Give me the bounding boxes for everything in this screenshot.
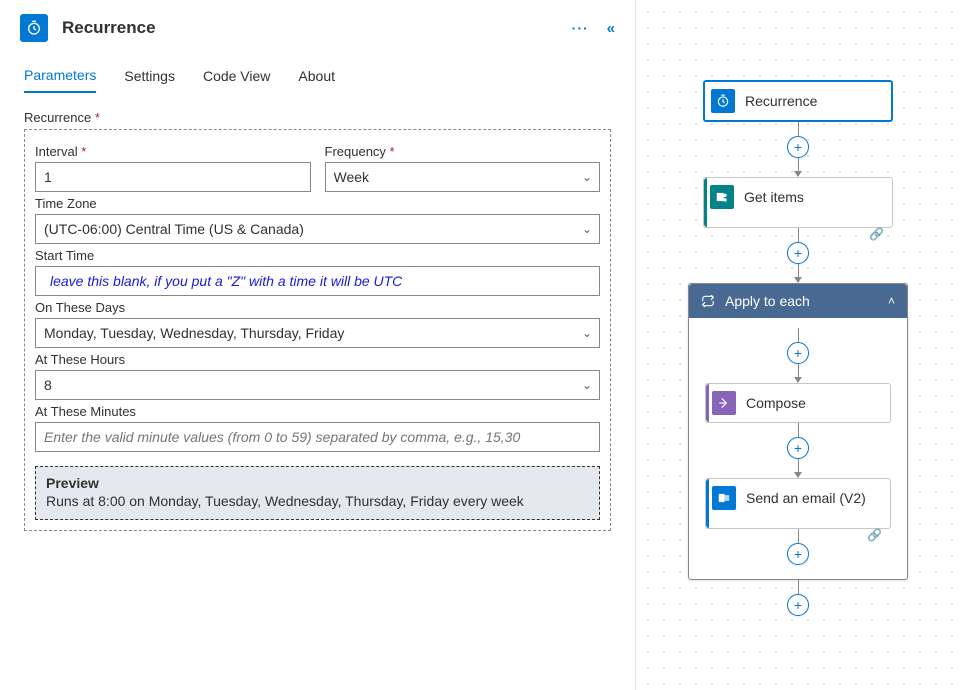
- recurrence-icon: [20, 14, 48, 42]
- preview-box: Preview Runs at 8:00 on Monday, Tuesday,…: [35, 466, 600, 520]
- recurrence-fieldset: Interval Frequency ⌄ Time Zone: [24, 129, 611, 531]
- connector: +: [787, 580, 809, 616]
- interval-input[interactable]: [35, 162, 311, 192]
- preview-title: Preview: [46, 475, 589, 491]
- add-step-button[interactable]: +: [787, 242, 809, 264]
- form-area: Recurrence Interval Frequency ⌄: [0, 96, 635, 545]
- more-menu-button[interactable]: ···: [572, 20, 589, 36]
- start-time-input[interactable]: leave this blank, if you put a "Z" with …: [35, 266, 600, 296]
- add-step-button[interactable]: +: [787, 594, 809, 616]
- node-send-email[interactable]: Send an email (V2) 🔗: [705, 478, 891, 529]
- label-frequency: Frequency: [325, 144, 601, 159]
- connector: +: [787, 423, 809, 478]
- timezone-select[interactable]: [35, 214, 600, 244]
- accent-bar: [706, 384, 709, 422]
- chevron-up-icon: ˄: [888, 294, 895, 308]
- node-label: Recurrence: [745, 93, 881, 109]
- loop-icon: [701, 294, 715, 308]
- flow-canvas[interactable]: Recurrence + Get items 🔗 +: [636, 0, 960, 690]
- sharepoint-icon: [710, 185, 734, 209]
- label-days: On These Days: [35, 300, 600, 315]
- accent-bar: [704, 178, 707, 227]
- node-label: Get items: [744, 189, 882, 205]
- label-interval: Interval: [35, 144, 311, 159]
- group-title: Apply to each: [725, 293, 878, 309]
- connector: +: [787, 529, 809, 565]
- link-icon: 🔗: [867, 528, 882, 542]
- tab-settings[interactable]: Settings: [124, 60, 175, 92]
- node-label: Compose: [746, 395, 880, 411]
- group-header[interactable]: Apply to each ˄: [689, 284, 907, 318]
- accent-bar: [706, 479, 709, 528]
- add-step-button[interactable]: +: [787, 543, 809, 565]
- connector: +: [787, 122, 809, 177]
- section-label-recurrence: Recurrence: [24, 110, 611, 125]
- node-label: Send an email (V2): [746, 490, 880, 506]
- connector: +: [787, 328, 809, 383]
- tab-code-view[interactable]: Code View: [203, 60, 270, 92]
- hours-select[interactable]: [35, 370, 600, 400]
- frequency-select[interactable]: [325, 162, 601, 192]
- outlook-icon: [712, 486, 736, 510]
- compose-icon: [712, 391, 736, 415]
- action-config-panel: Recurrence ··· « Parameters Settings Cod…: [0, 0, 636, 690]
- add-step-button[interactable]: +: [787, 136, 809, 158]
- start-time-note: leave this blank, if you put a "Z" with …: [50, 273, 402, 289]
- tab-parameters[interactable]: Parameters: [24, 59, 96, 93]
- label-minutes: At These Minutes: [35, 404, 600, 419]
- collapse-panel-button[interactable]: «: [607, 20, 615, 37]
- app-root: Recurrence ··· « Parameters Settings Cod…: [0, 0, 960, 690]
- panel-header: Recurrence ··· «: [0, 0, 635, 56]
- recurrence-icon: [711, 89, 735, 113]
- days-select[interactable]: [35, 318, 600, 348]
- add-step-button[interactable]: +: [787, 342, 809, 364]
- group-body: + Compose +: [689, 318, 907, 579]
- flow-column: Recurrence + Get items 🔗 +: [698, 80, 898, 616]
- connector: +: [787, 228, 809, 283]
- tab-about[interactable]: About: [298, 60, 335, 92]
- add-step-button[interactable]: +: [787, 437, 809, 459]
- node-get-items[interactable]: Get items 🔗: [703, 177, 893, 228]
- node-recurrence[interactable]: Recurrence: [703, 80, 893, 122]
- label-hours: At These Hours: [35, 352, 600, 367]
- label-timezone: Time Zone: [35, 196, 600, 211]
- node-compose[interactable]: Compose: [705, 383, 891, 423]
- label-start-time: Start Time: [35, 248, 600, 263]
- node-apply-to-each: Apply to each ˄ + Co: [688, 283, 908, 580]
- tabs: Parameters Settings Code View About: [0, 56, 635, 96]
- minutes-input[interactable]: [35, 422, 600, 452]
- preview-text: Runs at 8:00 on Monday, Tuesday, Wednesd…: [46, 493, 589, 509]
- link-icon: 🔗: [869, 227, 884, 241]
- header-actions: ··· «: [572, 20, 615, 37]
- panel-title: Recurrence: [62, 18, 558, 38]
